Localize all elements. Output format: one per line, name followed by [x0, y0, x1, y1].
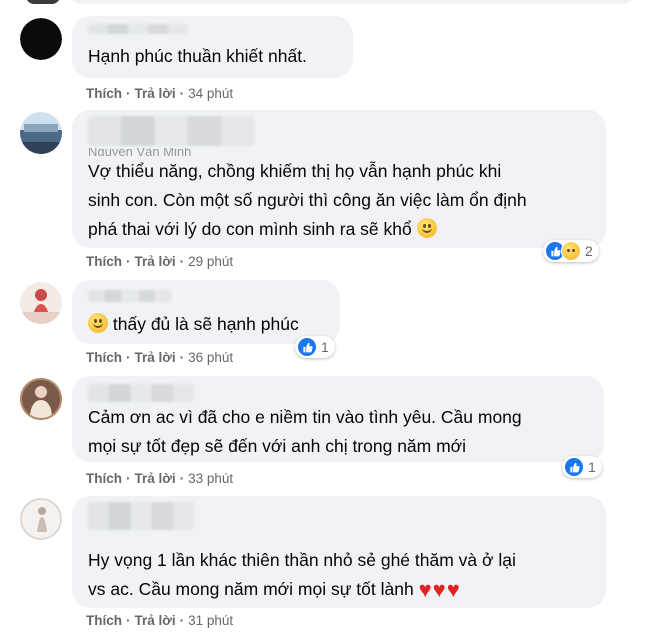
commenter-name[interactable]: [88, 384, 194, 402]
comment-text-body: Vợ thiểu năng, chồng khiếm thị họ vẫn hạ…: [88, 161, 527, 239]
comment-text: Hạnh phúc thuần khiết nhất.: [88, 46, 307, 66]
separator: ·: [179, 471, 185, 486]
previous-comment-bubble: [72, 0, 632, 4]
like-button[interactable]: Thích: [86, 471, 122, 486]
comment-actions: Thích · Trả lời · 34 phút: [86, 86, 233, 101]
reply-button[interactable]: Trả lời: [135, 86, 176, 101]
timestamp[interactable]: 36 phút: [188, 350, 233, 365]
reaction-summary[interactable]: 2: [543, 240, 599, 262]
separator: ·: [126, 254, 131, 269]
smile-emoji-icon: [416, 218, 437, 238]
timestamp[interactable]: 31 phút: [188, 613, 233, 628]
comment-bubble: Nguyễn Văn Minh Vợ thiểu năng, chồng khi…: [72, 110, 606, 248]
avatar[interactable]: [20, 282, 62, 324]
like-button[interactable]: Thích: [86, 86, 122, 101]
comment-bubble: Hạnh phúc thuần khiết nhất.: [72, 16, 353, 78]
avatar[interactable]: [20, 18, 62, 60]
commenter-name[interactable]: [88, 502, 194, 530]
avatar[interactable]: [20, 112, 62, 154]
heart-emoji-icon: ♥♥♥: [418, 577, 461, 602]
comment-text: thấy đủ là sẽ hạnh phúc: [88, 310, 328, 339]
reaction-summary[interactable]: 1: [562, 456, 602, 478]
reaction-count: 1: [588, 459, 596, 475]
timestamp[interactable]: 29 phút: [188, 254, 233, 269]
reply-button[interactable]: Trả lời: [135, 471, 176, 486]
comment-actions: Thích · Trả lời · 31 phút: [86, 613, 233, 628]
like-button[interactable]: Thích: [86, 350, 122, 365]
reaction-summary[interactable]: 1: [295, 336, 335, 358]
comment-text-body: thấy đủ là sẽ hạnh phúc: [112, 314, 299, 334]
comment-text: Vợ thiểu năng, chồng khiếm thị họ vẫn hạ…: [88, 157, 594, 244]
separator: ·: [126, 350, 131, 365]
reaction-count: 1: [321, 339, 329, 355]
comment-text: Hy vọng 1 lần khác thiên thần nhỏ sẻ ghé…: [88, 546, 594, 604]
reply-button[interactable]: Trả lời: [135, 613, 176, 628]
commenter-name[interactable]: [88, 24, 188, 34]
separator: ·: [179, 613, 185, 628]
like-icon: [564, 457, 584, 477]
comment-actions: Thích · Trả lời · 36 phút: [86, 350, 233, 365]
comment-actions: Thích · Trả lời · 29 phút: [86, 254, 233, 269]
sad-icon: [561, 241, 581, 261]
separator: ·: [179, 350, 185, 365]
like-icon: [297, 337, 317, 357]
commenter-name-peek: Nguyễn Văn Minh: [88, 148, 192, 156]
like-button[interactable]: Thích: [86, 613, 122, 628]
reply-button[interactable]: Trả lời: [135, 350, 176, 365]
commenter-name[interactable]: [88, 116, 254, 146]
comment-bubble: Cảm ơn ac vì đã cho e niềm tin vào tình …: [72, 376, 604, 462]
reply-button[interactable]: Trả lời: [135, 254, 176, 269]
timestamp[interactable]: 33 phút: [188, 471, 233, 486]
like-button[interactable]: Thích: [86, 254, 122, 269]
comment-bubble: Hy vọng 1 lần khác thiên thần nhỏ sẻ ghé…: [72, 496, 606, 608]
separator: ·: [179, 86, 185, 101]
reaction-count: 2: [585, 243, 593, 259]
avatar[interactable]: [20, 378, 62, 420]
commenter-name[interactable]: [88, 290, 172, 302]
comment-text: Cảm ơn ac vì đã cho e niềm tin vào tình …: [88, 407, 522, 456]
comment-actions: Thích · Trả lời · 33 phút: [86, 471, 233, 486]
comment-bubble: thấy đủ là sẽ hạnh phúc: [72, 280, 340, 344]
previous-comment-avatar: [26, 0, 60, 4]
separator: ·: [126, 613, 131, 628]
separator: ·: [126, 86, 131, 101]
smile-emoji-icon: [88, 313, 108, 333]
separator: ·: [126, 471, 131, 486]
avatar[interactable]: [20, 498, 62, 540]
timestamp[interactable]: 34 phút: [188, 86, 233, 101]
separator: ·: [179, 254, 185, 269]
